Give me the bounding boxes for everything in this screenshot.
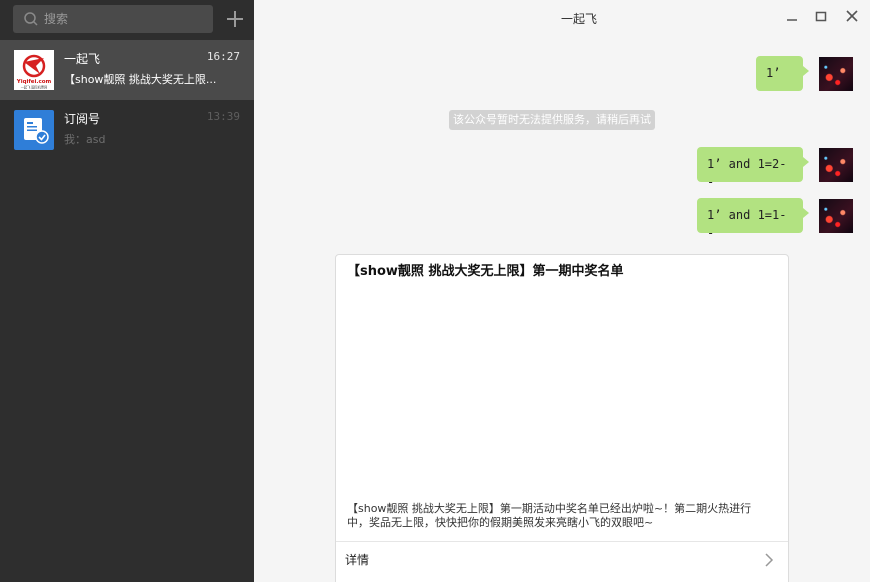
subscription-doc-icon	[24, 118, 49, 144]
message-bubble[interactable]: 1’ and 1=2--	[697, 147, 809, 189]
yiqifei-logo-icon: Yiqifei.com 一起飞 国际机票网	[14, 50, 54, 90]
details-link[interactable]: 详情	[345, 552, 369, 568]
divider	[336, 541, 788, 542]
user-avatar[interactable]	[819, 199, 853, 233]
chat-preview: 【show靓照 挑战大奖无上限...	[64, 73, 217, 86]
article-title: 【show靓照 挑战大奖无上限】第一期中奖名单	[347, 264, 624, 279]
maximize-button[interactable]	[814, 9, 828, 23]
logo-brand-text: Yiqifei.com	[16, 79, 52, 85]
chat-name: 一起飞	[64, 52, 101, 66]
minimize-button[interactable]	[785, 9, 799, 23]
article-card[interactable]: 【show靓照 挑战大奖无上限】第一期中奖名单 【show靓照 挑战大奖无上限】…	[335, 254, 789, 582]
yiqifei-logo-avatar: Yiqifei.com 一起飞 国际机票网	[14, 50, 54, 90]
system-notice: 该公众号暂时无法提供服务，请稍后再试	[449, 110, 655, 130]
message-bubble[interactable]: 1’	[756, 56, 809, 91]
article-description: 【show靓照 挑战大奖无上限】第一期活动中奖名单已经出炉啦~！第二期火热进行中…	[347, 502, 752, 529]
chat-panel: 一起飞 1’ 该公众号暂时无法提供服务，请稍后再试 1’ and 1=2-- 1…	[254, 0, 870, 582]
chat-preview: 我：asd	[64, 133, 106, 146]
search-placeholder: 搜索	[44, 12, 69, 26]
chat-name: 订阅号	[64, 112, 101, 126]
chat-time: 13:39	[206, 110, 240, 123]
close-button[interactable]	[845, 9, 859, 23]
chevron-right-icon	[765, 553, 774, 567]
chat-item-yiqifei[interactable]: Yiqifei.com 一起飞 国际机票网 一起飞 16:27 【show靓照 …	[0, 40, 254, 100]
plus-icon	[227, 11, 243, 27]
chat-time: 16:27	[206, 50, 240, 63]
message-bubble[interactable]: 1’ and 1=1--	[697, 198, 809, 240]
search-input[interactable]: 搜索	[13, 5, 213, 33]
user-avatar[interactable]	[819, 57, 853, 91]
subscription-avatar	[14, 110, 54, 150]
user-avatar[interactable]	[819, 148, 853, 182]
window-title: 一起飞	[560, 12, 597, 26]
sidebar: 搜索 Yiqifei.com 一起飞 国际机票网 一起飞 16:27 【show…	[0, 0, 254, 582]
logo-sub-text: 一起飞 国际机票网	[21, 85, 48, 90]
search-icon	[24, 12, 38, 26]
add-button[interactable]	[224, 8, 246, 30]
chat-item-subscriptions[interactable]: 订阅号 13:39 我：asd	[0, 100, 254, 160]
